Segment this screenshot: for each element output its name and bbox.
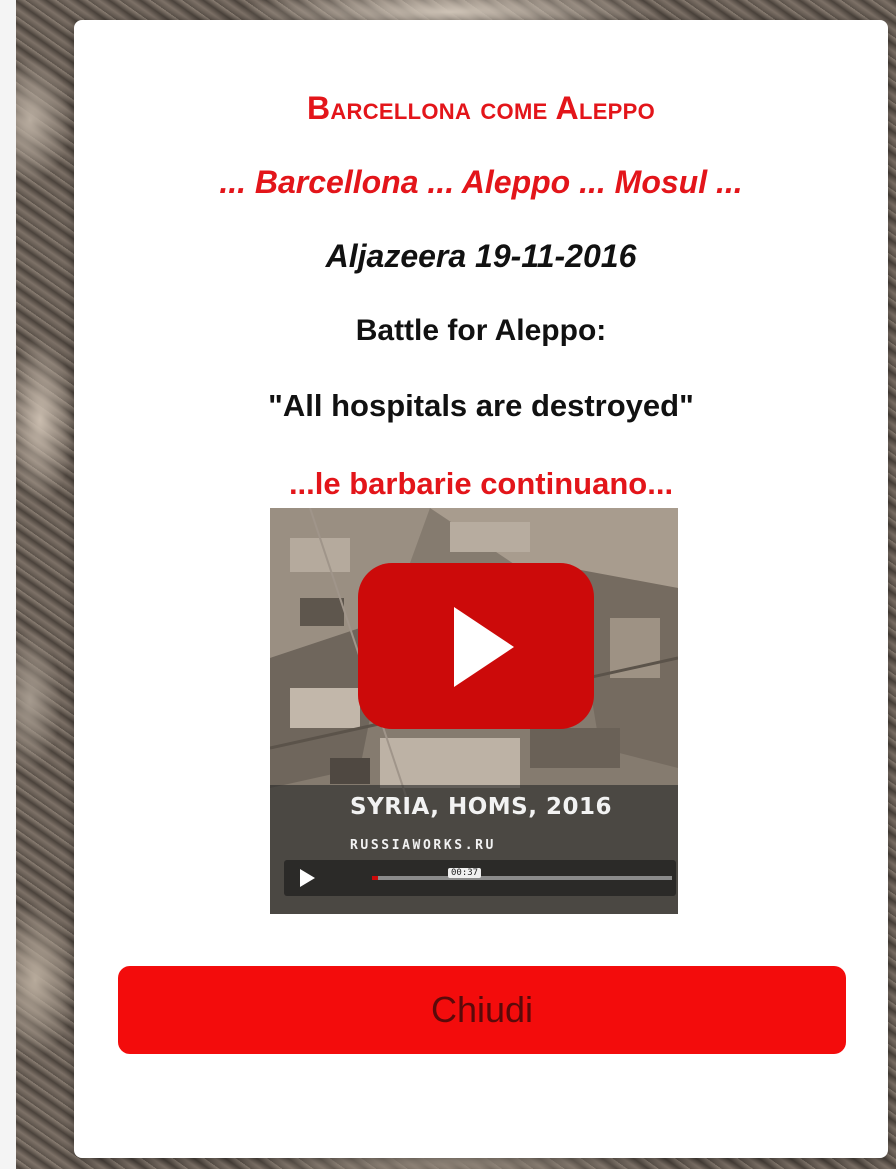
popup-dialog: Barcellona come Aleppo ... Barcellona ..… — [74, 20, 888, 1158]
popup-source: Aljazeera 19-11-2016 — [325, 238, 637, 274]
video-embed[interactable]: SYRIA, HOMS, 2016 RUSSIAWORKS.RU 00:37 — [270, 508, 678, 914]
video-timestamp: 00:37 — [448, 868, 482, 878]
video-progress-bar[interactable]: 00:37 — [372, 868, 672, 880]
video-progress-fill — [372, 876, 378, 880]
popup-subtitle: ... Barcellona ... Aleppo ... Mosul ... — [219, 164, 743, 200]
popup-headline: Battle for Aleppo: — [355, 314, 607, 347]
close-button[interactable]: Chiudi — [118, 966, 846, 1054]
video-caption-site: RUSSIAWORKS.RU — [350, 838, 496, 853]
youtube-play-button[interactable] — [358, 563, 594, 729]
video-caption-title: SYRIA, HOMS, 2016 — [350, 794, 612, 820]
popup-quote: "All hospitals are destroyed" — [268, 388, 694, 423]
play-icon[interactable] — [300, 869, 315, 887]
popup-tagline: ...le barbarie continuano... — [288, 466, 674, 501]
video-controls: 00:37 — [284, 860, 676, 896]
popup-title: Barcellona come Aleppo — [306, 90, 656, 126]
play-icon — [454, 607, 514, 687]
